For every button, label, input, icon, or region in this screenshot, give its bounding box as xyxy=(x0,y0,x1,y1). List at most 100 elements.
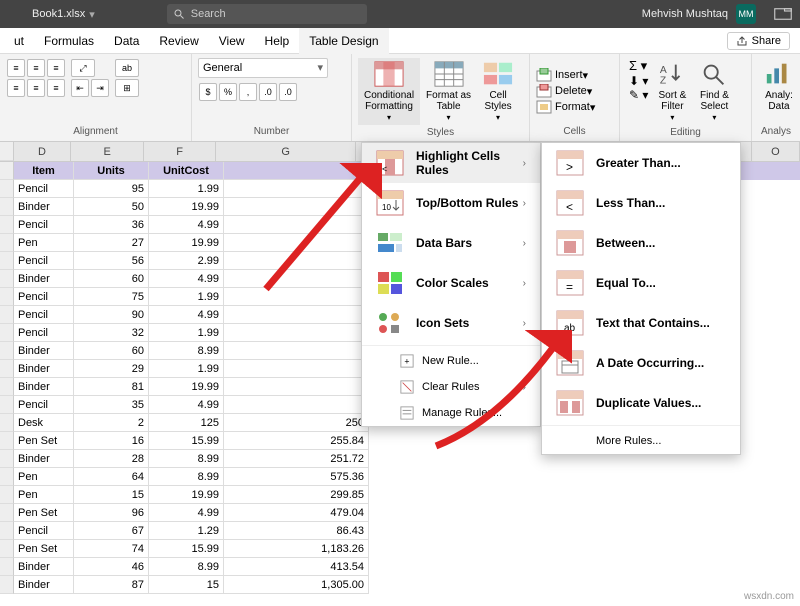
table-row[interactable]: Binder87151,305.00 xyxy=(0,576,800,594)
cf-menu-color-scales[interactable]: Color Scales› xyxy=(362,263,540,303)
table-row[interactable]: Pen1519.99299.85 xyxy=(0,486,800,504)
clear-rules-icon xyxy=(400,380,414,394)
chevron-right-icon: › xyxy=(523,158,526,169)
col-D[interactable]: D xyxy=(14,142,72,161)
chevron-right-icon: › xyxy=(523,318,526,329)
account-avatar[interactable]: MM xyxy=(736,4,756,24)
orientation-icon[interactable]: ⤢ xyxy=(71,59,95,77)
tab-review[interactable]: Review xyxy=(149,28,208,54)
cf-menu-data-bars[interactable]: Data Bars› xyxy=(362,223,540,263)
ribbon-tabs: utFormulasDataReviewViewHelpTable Design… xyxy=(0,28,800,54)
table-row[interactable]: Binder468.99413.54 xyxy=(0,558,800,576)
table-row[interactable]: Pen Set7415.991,183.26 xyxy=(0,540,800,558)
col-F[interactable]: F xyxy=(144,142,216,161)
svg-text:Z: Z xyxy=(660,75,666,86)
align-right-icon[interactable]: ≡ xyxy=(47,79,65,97)
svg-text:<: < xyxy=(566,200,573,214)
svg-text:+: + xyxy=(404,357,409,367)
manage-rules-item[interactable]: Manage Rules... xyxy=(362,400,540,426)
tab-formulas[interactable]: Formulas xyxy=(34,28,104,54)
align-left-icon[interactable]: ≡ xyxy=(7,79,25,97)
table-row[interactable]: Pen648.99575.36 xyxy=(0,468,800,486)
group-alignment: ≡≡≡ ≡≡≡ ⤢ ⇤⇥ ab ⊞ Alignment xyxy=(0,54,192,141)
cf-menu-icon-sets[interactable]: Icon Sets› xyxy=(362,303,540,343)
cf-menu-highlight-cells-rules[interactable]: <Highlight Cells Rules› xyxy=(362,143,540,183)
tab-data[interactable]: Data xyxy=(104,28,149,54)
share-button[interactable]: Share xyxy=(727,32,790,50)
find-select-button[interactable]: Find & Select▾ xyxy=(693,58,735,125)
hcr-less-than-[interactable]: <Less Than... xyxy=(542,183,740,223)
align-bot-icon[interactable]: ≡ xyxy=(47,59,65,77)
sort-filter-button[interactable]: AZ Sort & Filter▾ xyxy=(651,58,693,125)
col-G[interactable]: G xyxy=(216,142,356,161)
number-format-select[interactable]: General▾ xyxy=(198,58,328,78)
delete-button[interactable]: Delete ▾ xyxy=(536,84,592,98)
tab-table-design[interactable]: Table Design xyxy=(299,28,388,54)
ribbon: ≡≡≡ ≡≡≡ ⤢ ⇤⇥ ab ⊞ Alignment General▾ $ %… xyxy=(0,54,800,142)
outdent-icon[interactable]: ⇤ xyxy=(71,79,89,97)
autosum-icon[interactable]: Σ ▾ xyxy=(629,58,648,74)
svg-text:A: A xyxy=(660,65,667,76)
tab-view[interactable]: View xyxy=(209,28,255,54)
cell-styles-button[interactable]: Cell Styles▾ xyxy=(477,58,519,125)
indent-icon[interactable]: ⇥ xyxy=(91,79,109,97)
find-select-icon xyxy=(699,60,729,88)
menu-icon: 10 xyxy=(376,190,404,216)
svg-text:10: 10 xyxy=(382,203,391,212)
dropdown-caret-icon[interactable]: ▾ xyxy=(89,8,95,21)
menu-icon xyxy=(556,390,584,416)
clear-rules-item[interactable]: Clear Rules› xyxy=(362,374,540,400)
format-as-table-button[interactable]: Format as Table▾ xyxy=(420,58,477,125)
hcr-duplicate-values-[interactable]: Duplicate Values... xyxy=(542,383,740,423)
title-bar: Book1.xlsx ▾ Search Mehvish Mushtaq MM xyxy=(0,0,800,28)
align-mid-icon[interactable]: ≡ xyxy=(27,59,45,77)
align-top-icon[interactable]: ≡ xyxy=(7,59,25,77)
tab-ut[interactable]: ut xyxy=(4,28,34,54)
merge-center-icon[interactable]: ⊞ xyxy=(115,79,139,97)
more-rules-item[interactable]: More Rules... xyxy=(542,428,740,454)
wrap-text-icon[interactable]: ab xyxy=(115,59,139,77)
cell-styles-icon xyxy=(483,60,513,88)
format-as-table-icon xyxy=(434,60,464,88)
inc-decimal-icon[interactable]: .0 xyxy=(259,83,277,101)
percent-icon[interactable]: % xyxy=(219,83,237,101)
col-E[interactable]: E xyxy=(71,142,143,161)
menu-icon xyxy=(556,350,584,376)
search-placeholder: Search xyxy=(191,8,226,20)
tab-help[interactable]: Help xyxy=(255,28,300,54)
new-rule-item[interactable]: +New Rule... xyxy=(362,348,540,374)
search-icon xyxy=(173,8,185,20)
menu-icon xyxy=(376,310,404,336)
group-number: General▾ $ % , .0 .0 Number xyxy=(192,54,352,141)
svg-text:ab: ab xyxy=(564,323,576,334)
accounting-icon[interactable]: $ xyxy=(199,83,217,101)
hcr-between-[interactable]: Between... xyxy=(542,223,740,263)
hcr-equal-to-[interactable]: =Equal To... xyxy=(542,263,740,303)
menu-icon xyxy=(376,270,404,296)
menu-icon xyxy=(556,230,584,256)
account-name[interactable]: Mehvish Mushtaq xyxy=(642,8,728,20)
group-styles: Conditional Formatting▾ Format as Table▾… xyxy=(352,54,530,141)
table-row[interactable]: Pencil671.2986.43 xyxy=(0,522,800,540)
analyze-data-button[interactable]: Analy: Data xyxy=(758,58,800,114)
col-O[interactable]: O xyxy=(752,142,800,161)
ribbon-display-icon[interactable] xyxy=(774,7,792,21)
clear-icon[interactable]: ✎ ▾ xyxy=(629,88,648,102)
dec-decimal-icon[interactable]: .0 xyxy=(279,83,297,101)
hcr-a-date-occurring-[interactable]: A Date Occurring... xyxy=(542,343,740,383)
menu-icon: = xyxy=(556,270,584,296)
conditional-formatting-button[interactable]: Conditional Formatting▾ xyxy=(358,58,420,125)
align-center-icon[interactable]: ≡ xyxy=(27,79,45,97)
svg-text:>: > xyxy=(566,160,573,174)
hcr-greater-than-[interactable]: >Greater Than... xyxy=(542,143,740,183)
group-analysis: Analy: Data Analys xyxy=(752,54,800,141)
table-row[interactable]: Pen Set964.99479.04 xyxy=(0,504,800,522)
format-button[interactable]: Format ▾ xyxy=(536,100,595,114)
cf-menu-top-bottom-rules[interactable]: 10Top/Bottom Rules› xyxy=(362,183,540,223)
comma-icon[interactable]: , xyxy=(239,83,257,101)
menu-icon xyxy=(376,230,404,256)
hcr-text-that-contains-[interactable]: abText that Contains... xyxy=(542,303,740,343)
insert-button[interactable]: Insert ▾ xyxy=(536,68,588,82)
fill-icon[interactable]: ⬇ ▾ xyxy=(629,74,648,88)
search-box[interactable]: Search xyxy=(167,4,367,24)
